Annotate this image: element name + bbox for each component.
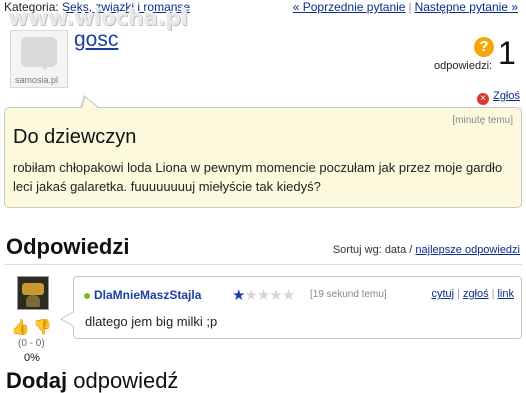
answer-author-avatar[interactable] xyxy=(17,276,49,310)
sort-controls: Sortuj wg: data / najlepsze odpowiedzi xyxy=(333,244,520,256)
star-icon: ★ xyxy=(232,287,245,304)
answers-label: odpowiedzi: xyxy=(434,60,493,72)
question-author-avatar[interactable]: samosia.pl xyxy=(10,30,68,88)
answer-author-name[interactable]: DlaMnieMaszStajla xyxy=(94,288,201,302)
avatar-logo: samosia.pl xyxy=(15,75,59,85)
avatar-graphic xyxy=(26,295,40,307)
answers-count: 1 xyxy=(498,35,516,71)
report-link[interactable]: Zgłoś xyxy=(493,90,520,102)
sort-label: Sortuj wg: xyxy=(332,244,382,256)
thumb-down-icon[interactable]: 👎 xyxy=(33,318,52,336)
online-dot-icon xyxy=(84,293,90,299)
next-question-link[interactable]: Następne pytanie » xyxy=(415,0,518,14)
speech-bubble-icon xyxy=(21,37,57,71)
question-bubble-tail-inner xyxy=(82,97,98,108)
question-mark-icon: ? xyxy=(474,37,494,57)
quote-link[interactable]: cytuj xyxy=(431,288,454,300)
question-author-name[interactable]: gosc xyxy=(74,28,118,52)
close-circle-icon: × xyxy=(477,93,490,105)
question-nav: « Poprzednie pytanie | Następne pytanie » xyxy=(293,0,518,14)
answer-time: [19 sekund temu] xyxy=(310,289,387,300)
star-icon: ★ xyxy=(269,287,282,304)
action-separator: | xyxy=(457,288,460,300)
question-body: robiłam chłopakowi loda Liona w pewnym m… xyxy=(13,160,503,194)
sort-separator: / xyxy=(409,244,413,256)
answer-bubble-tail-inner xyxy=(62,312,74,326)
star-icon: ★ xyxy=(244,287,257,304)
star-icon: ★ xyxy=(281,287,295,304)
question-title: Do dziewczyn xyxy=(13,126,137,148)
prev-question-link[interactable]: « Poprzednie pytanie xyxy=(293,0,406,14)
sort-best-link[interactable]: najlepsze odpowiedzi xyxy=(415,244,520,256)
question-box: [minutę temu] Do dziewczyn robiłam chłop… xyxy=(4,107,522,208)
vote-percent: 0% xyxy=(24,352,40,364)
answer-actions: cytuj | zgłoś | link xyxy=(431,288,514,300)
rating-stars: ★★★★★ xyxy=(232,286,295,304)
add-answer-bold: Dodaj xyxy=(6,368,68,393)
sort-current: data xyxy=(384,244,407,256)
thumb-up-icon[interactable]: 👍 xyxy=(11,318,30,336)
nav-separator: | xyxy=(408,0,412,14)
answer-header: DlaMnieMaszStajla ★★★★★ [19 sekund temu]… xyxy=(84,286,514,304)
report-question[interactable]: × Zgłoś xyxy=(477,90,520,105)
permalink-link[interactable]: link xyxy=(497,288,514,300)
action-separator: | xyxy=(491,288,495,300)
vote-counts: (0 - 0) xyxy=(18,338,45,349)
answer-box: DlaMnieMaszStajla ★★★★★ [19 sekund temu]… xyxy=(73,276,522,339)
report-answer-link[interactable]: zgłoś xyxy=(463,288,489,300)
add-answer-heading: Dodaj odpowiedź xyxy=(6,368,178,393)
star-icon: ★ xyxy=(256,287,270,304)
avatar-graphic xyxy=(22,283,44,295)
divider xyxy=(4,264,522,265)
answer-text: dlatego jem big milki ;p xyxy=(85,314,218,329)
question-time: [minutę temu] xyxy=(452,115,513,126)
add-answer-rest: odpowiedź xyxy=(67,368,179,393)
answers-heading: Odpowiedzi xyxy=(6,234,130,259)
